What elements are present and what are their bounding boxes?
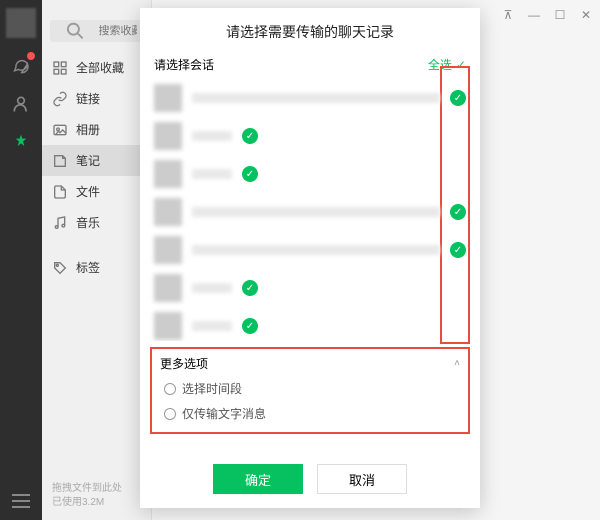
conv-name — [192, 321, 232, 331]
search-input[interactable] — [99, 25, 138, 37]
radio-icon — [164, 408, 176, 420]
radio-icon — [164, 383, 176, 395]
dialog-buttons: 确定 取消 — [140, 450, 480, 508]
sidebar-item-music[interactable]: 音乐 — [42, 207, 151, 238]
bg-window-controls: ⊼ — ☐ ✕ — [502, 8, 592, 22]
pin-icon[interactable]: ⊼ — [502, 8, 514, 22]
usage-text: 已使用3.2M — [52, 496, 122, 510]
conversation-row[interactable]: ✓ — [154, 193, 466, 231]
sidebar-item-tags[interactable]: 标签 — [42, 252, 151, 283]
tag-icon — [52, 260, 68, 276]
confirm-button[interactable]: 确定 — [213, 464, 303, 494]
sidebar-item-label: 文件 — [76, 183, 100, 200]
sidebar-list: 全部收藏 链接 相册 笔记 文件 音乐 标签 — [42, 52, 151, 283]
chevron-up-icon: ˄ — [454, 358, 460, 369]
check-icon[interactable]: ✓ — [242, 318, 258, 334]
chat-icon[interactable] — [11, 56, 31, 76]
avatar — [154, 122, 182, 150]
avatar — [154, 160, 182, 188]
more-options-section: 更多选项 ˄ 选择时间段 仅传输文字消息 — [150, 347, 470, 434]
file-icon — [52, 184, 68, 200]
select-all-button[interactable]: 全选 ✓ — [428, 56, 466, 73]
photo-icon — [52, 122, 68, 138]
avatar — [154, 198, 182, 226]
check-icon[interactable]: ✓ — [450, 90, 466, 106]
more-options-label: 更多选项 — [160, 355, 208, 372]
select-conv-label: 请选择会话 — [154, 56, 214, 73]
dialog-title: 请选择需要传输的聊天记录 — [140, 8, 480, 52]
transfer-dialog: 请选择需要传输的聊天记录 请选择会话 全选 ✓ ✓ ✓ ✓ ✓ ✓ ✓ ✓ 更多… — [140, 8, 480, 508]
unread-badge — [27, 52, 35, 60]
minimize-icon[interactable]: — — [528, 8, 540, 22]
check-icon[interactable]: ✓ — [242, 280, 258, 296]
sidebar-item-label: 音乐 — [76, 214, 100, 231]
conversation-row[interactable]: ✓ — [154, 155, 466, 193]
avatar — [154, 274, 182, 302]
drag-hint: 拖拽文件到此处 — [52, 482, 122, 496]
close-icon[interactable]: ✕ — [580, 8, 592, 22]
opt-label: 选择时间段 — [182, 380, 242, 397]
avatar — [154, 236, 182, 264]
avatar — [154, 84, 182, 112]
sidebar-item-label: 链接 — [76, 90, 100, 107]
conversation-row[interactable]: ✓ — [154, 269, 466, 307]
sidebar-item-links[interactable]: 链接 — [42, 83, 151, 114]
sidebar-item-label: 相册 — [76, 121, 100, 138]
conversation-row[interactable]: ✓ — [154, 231, 466, 269]
sidebar-item-photos[interactable]: 相册 — [42, 114, 151, 145]
more-options-header[interactable]: 更多选项 ˄ — [160, 355, 460, 372]
sidebar-footer: 拖拽文件到此处 已使用3.2M — [52, 482, 122, 510]
conv-name — [192, 131, 232, 141]
check-icon[interactable]: ✓ — [450, 204, 466, 220]
opt-label: 仅传输文字消息 — [182, 405, 266, 422]
sidebar-item-label: 笔记 — [76, 152, 100, 169]
conversation-list: ✓ ✓ ✓ ✓ ✓ ✓ ✓ — [140, 79, 480, 341]
search-box[interactable] — [50, 20, 143, 42]
select-all-label: 全选 — [428, 56, 452, 73]
check-icon[interactable]: ✓ — [450, 242, 466, 258]
grid-icon — [52, 60, 68, 76]
sidebar-item-files[interactable]: 文件 — [42, 176, 151, 207]
check-icon: ✓ — [456, 58, 466, 72]
more-options-body: 选择时间段 仅传输文字消息 — [160, 380, 460, 422]
conv-name — [192, 245, 440, 255]
conv-name — [192, 207, 440, 217]
sidebar-item-label: 全部收藏 — [76, 59, 124, 76]
contacts-icon[interactable] — [11, 94, 31, 114]
favorites-icon[interactable] — [11, 132, 31, 152]
music-icon — [52, 215, 68, 231]
conv-name — [192, 283, 232, 293]
conv-name — [192, 169, 232, 179]
link-icon — [52, 91, 68, 107]
conv-header: 请选择会话 全选 ✓ — [140, 52, 480, 79]
sidebar-item-label: 标签 — [76, 259, 100, 276]
user-avatar[interactable] — [6, 8, 36, 38]
opt-text-only[interactable]: 仅传输文字消息 — [164, 405, 460, 422]
opt-time-range[interactable]: 选择时间段 — [164, 380, 460, 397]
maximize-icon[interactable]: ☐ — [554, 8, 566, 22]
menu-icon[interactable] — [12, 494, 30, 508]
nav-strip — [0, 0, 42, 520]
sidebar-item-notes[interactable]: 笔记 — [42, 145, 151, 176]
conversation-row[interactable]: ✓ — [154, 117, 466, 155]
conversation-row[interactable]: ✓ — [154, 79, 466, 117]
check-icon[interactable]: ✓ — [242, 128, 258, 144]
sidebar-item-all[interactable]: 全部收藏 — [42, 52, 151, 83]
search-icon — [56, 20, 95, 42]
avatar — [154, 312, 182, 340]
sidebar: 全部收藏 链接 相册 笔记 文件 音乐 标签 拖拽文件到此处 已使用3.2M — [42, 0, 152, 520]
cancel-button[interactable]: 取消 — [317, 464, 407, 494]
note-icon — [52, 153, 68, 169]
check-icon[interactable]: ✓ — [242, 166, 258, 182]
conversation-row[interactable]: ✓ — [154, 307, 466, 341]
conv-name — [192, 93, 440, 103]
